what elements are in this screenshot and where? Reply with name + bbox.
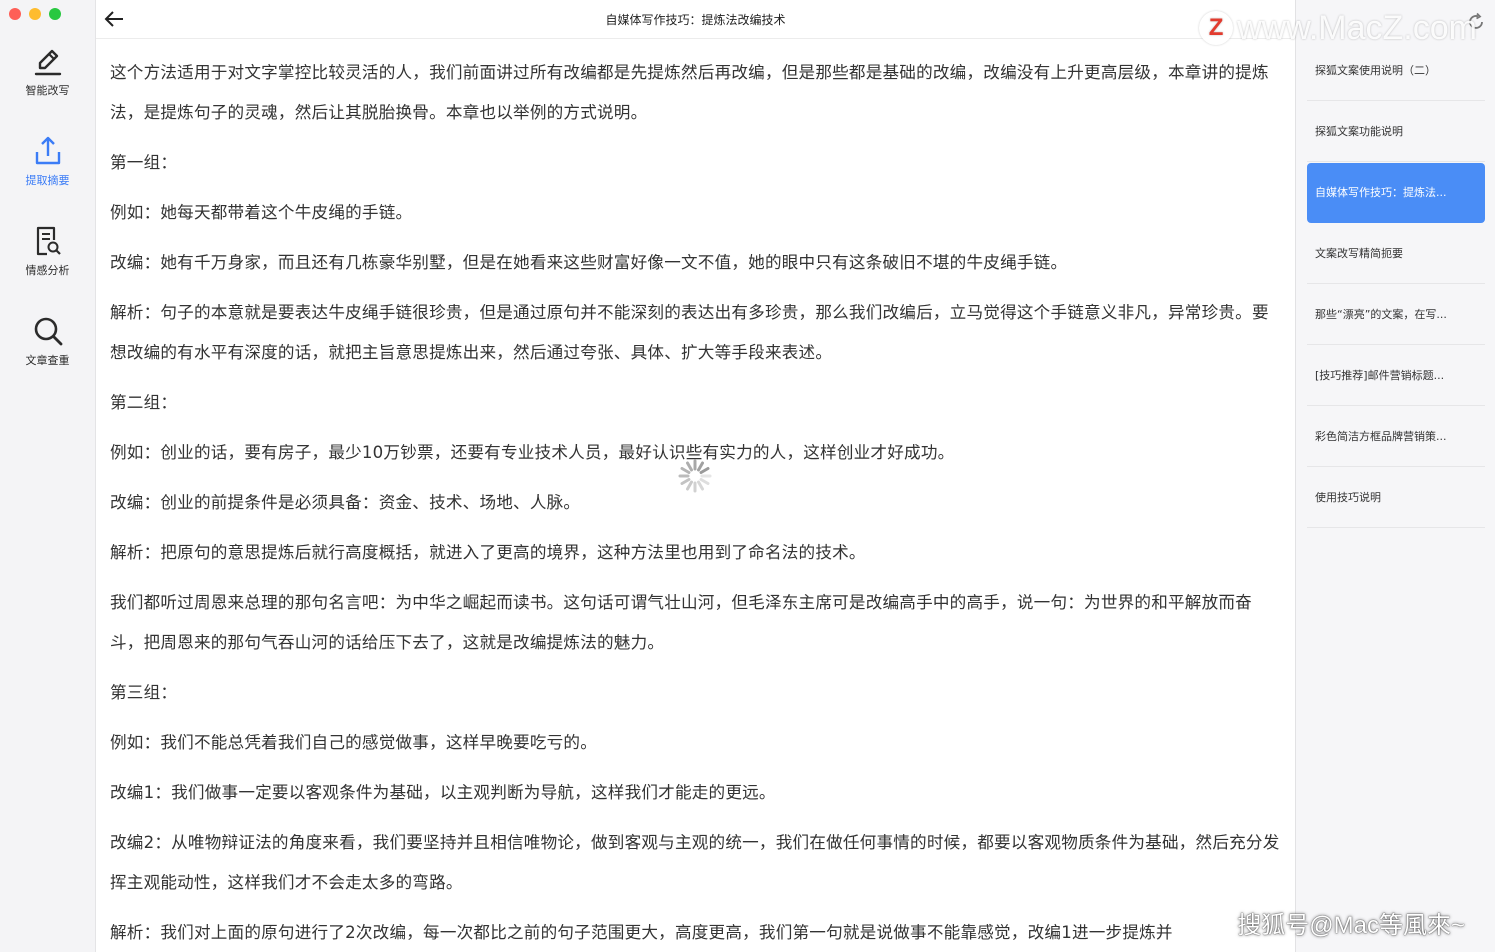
article-paragraph: 改编：她有千万身家，而且还有几栋豪华别墅，但是在她看来这些财富好像一文不值，她的… <box>110 253 1068 272</box>
article-paragraph: 例如：她每天都带着这个牛皮绳的手链。 <box>110 203 413 222</box>
close-window-button[interactable] <box>9 8 21 20</box>
rail-item-label: 文章查重 <box>25 354 70 367</box>
article-paragraph: 解析：句子的本意就是要表达牛皮绳手链很珍贵，但是通过原句并不能深刻的表达出有多珍… <box>110 303 1269 362</box>
document-list-item[interactable]: 文案改写精简扼要 <box>1307 224 1485 284</box>
document-list-item[interactable]: 那些“漂亮”的文案，在写... <box>1307 285 1485 345</box>
document-list-item[interactable]: 自媒体写作技巧：提炼法... <box>1307 163 1485 223</box>
article-content[interactable]: 这个方法适用于对文字掌控比较灵活的人，我们前面讲过所有改编都是先提炼然后再改编，… <box>96 39 1295 952</box>
rail-item-label: 智能改写 <box>25 84 70 97</box>
zoom-window-button[interactable] <box>49 8 61 20</box>
document-list-item[interactable]: [技巧推荐]邮件营销标题... <box>1307 346 1485 406</box>
article-paragraph: 我们都听过周恩来总理的那句名言吧：为中华之崛起而读书。这句话可谓气壮山河，但毛泽… <box>110 593 1252 652</box>
left-rail: 智能改写 提取摘要 情感分析 文章查重 <box>0 0 96 952</box>
document-list-item[interactable]: 探狐文案使用说明（二） <box>1307 41 1485 101</box>
article-paragraph: 第一组： <box>110 153 178 172</box>
rail-item-sentiment[interactable]: 情感分析 <box>0 224 95 278</box>
document-list-sidebar: 探狐文案使用说明（二） 探狐文案功能说明 自媒体写作技巧：提炼法... 文案改写精简扼… <box>1295 0 1495 952</box>
document-list: 探狐文案使用说明（二） 探狐文案功能说明 自媒体写作技巧：提炼法... 文案改写精简扼… <box>1307 41 1485 529</box>
edit-pen-icon <box>34 49 61 76</box>
watermark-top-text: www.MacZ.com <box>1237 8 1477 47</box>
document-search-icon <box>36 226 61 256</box>
document-list-item[interactable]: 彩色简洁方框品牌营销策... <box>1307 407 1485 467</box>
watermark-top: Z www.MacZ.com <box>1199 8 1477 48</box>
watermark-bottom: 搜狐号@Mac等風來~ <box>1237 912 1465 939</box>
article-paragraph: 第三组： <box>110 683 178 702</box>
document-list-item[interactable]: 使用技巧说明 <box>1307 468 1485 528</box>
rail-item-summary[interactable]: 提取摘要 <box>0 134 95 188</box>
loading-spinner-icon <box>678 459 712 493</box>
article-paragraph: 这个方法适用于对文字掌控比较灵活的人，我们前面讲过所有改编都是先提炼然后再改编，… <box>110 63 1269 122</box>
article-paragraph: 第二组： <box>110 393 178 412</box>
article-paragraph: 解析：把原句的意思提炼后就行高度概括，就进入了更高的境界，这种方法里也用到了命名… <box>110 543 866 562</box>
article-paragraph: 解析：我们对上面的原句进行了2次改编，每一次都比之前的句子范围更大，高度更高，我… <box>110 923 1173 942</box>
rail-item-rewrite[interactable]: 智能改写 <box>0 44 95 98</box>
rail-item-label: 提取摘要 <box>25 174 70 187</box>
article-body: 这个方法适用于对文字掌控比较灵活的人，我们前面讲过所有改编都是先提炼然后再改编，… <box>96 39 1295 952</box>
search-icon <box>34 317 62 346</box>
document-list-item[interactable]: 探狐文案功能说明 <box>1307 102 1485 162</box>
window-controls <box>9 8 61 20</box>
maczlogo-icon: Z <box>1199 11 1234 45</box>
article-paragraph: 例如：我们不能总凭着我们自己的感觉做事，这样早晚要吃亏的。 <box>110 733 598 752</box>
article-paragraph: 改编1：我们做事一定要以客观条件为基础，以主观判断为导航，这样我们才能走的更远。 <box>110 783 776 802</box>
rail-item-label: 情感分析 <box>25 264 70 277</box>
article-paragraph: 改编2：从唯物辩证法的角度来看，我们要坚持并且相信唯物论，做到客观与主观的统一，… <box>110 833 1280 892</box>
upload-tray-icon <box>35 136 60 165</box>
minimize-window-button[interactable] <box>29 8 41 20</box>
rail-item-duplicate-check[interactable]: 文章查重 <box>0 314 95 368</box>
page-title: 自媒体写作技巧：提炼法改编技术 <box>605 13 786 27</box>
title-bar: 自媒体写作技巧：提炼法改编技术 <box>96 0 1295 39</box>
